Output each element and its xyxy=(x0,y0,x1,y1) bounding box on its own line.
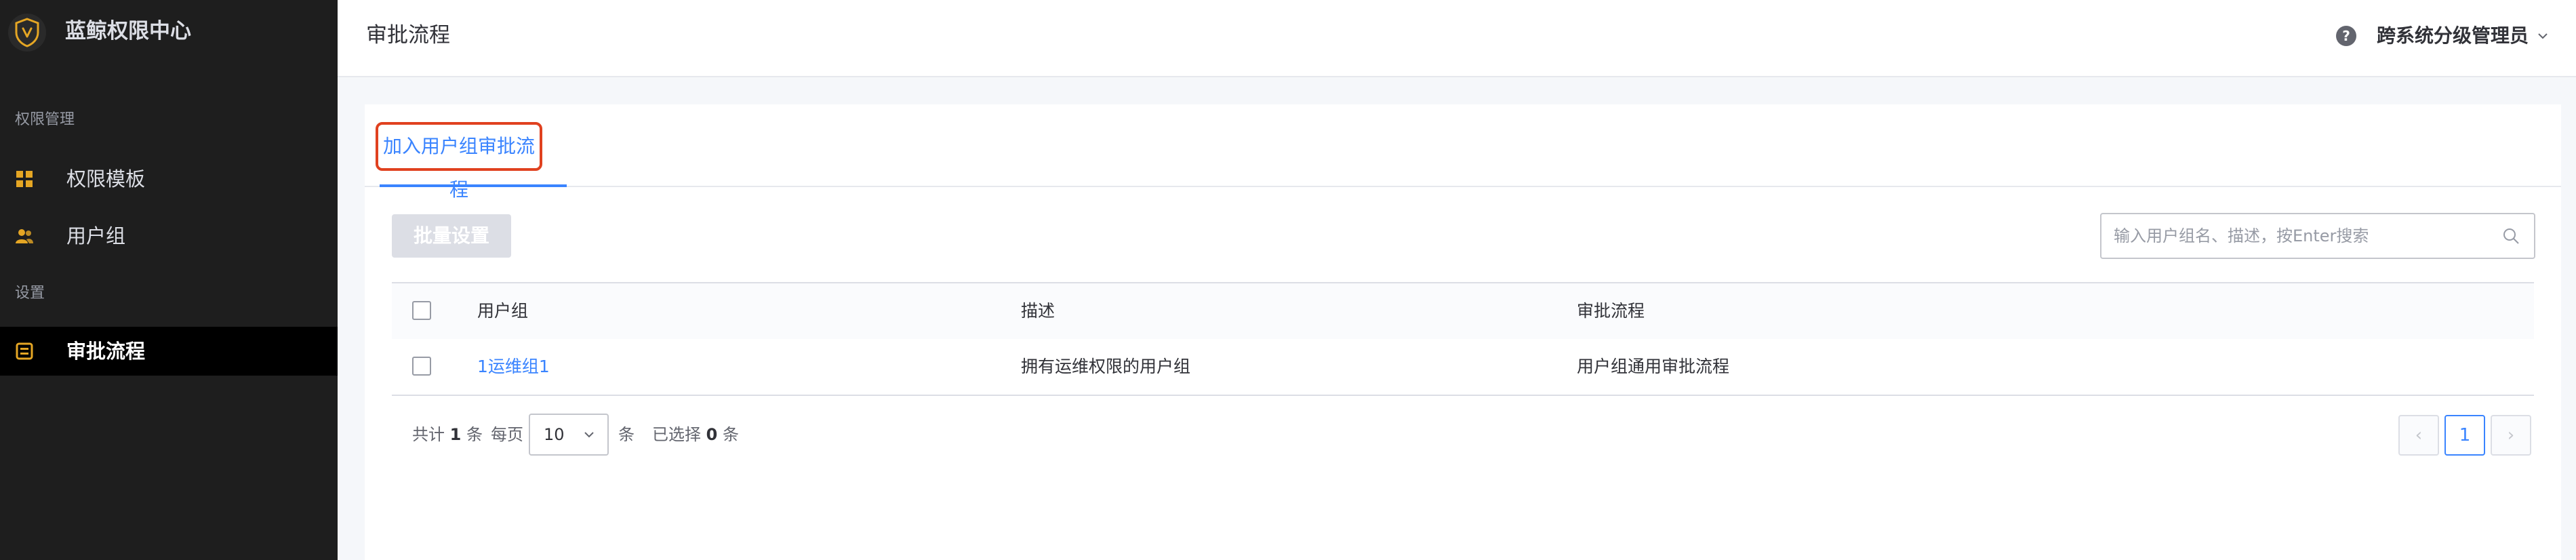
per-page-suffix: 条 xyxy=(618,425,635,444)
page-button-current[interactable]: 1 xyxy=(2444,415,2485,456)
nav-group-permission-mgmt: 权限管理 xyxy=(15,111,75,128)
sidebar-item-permission-template[interactable]: 权限模板 xyxy=(0,155,338,203)
table-header: 用户组 描述 审批流程 xyxy=(392,282,2534,340)
page-title: 审批流程 xyxy=(366,23,450,47)
per-page-label: 每页 xyxy=(491,425,523,444)
approval-process-name: 用户组通用审批流程 xyxy=(1577,357,1730,376)
next-page-button[interactable]: › xyxy=(2491,415,2531,456)
group-name-link[interactable]: 1运维组1 xyxy=(477,339,550,395)
sidebar: 蓝鲸权限中心 权限管理 权限模板 用户组 设置 审批流程 xyxy=(0,0,338,560)
per-page-select[interactable]: 10 xyxy=(529,414,609,456)
column-header-description: 描述 xyxy=(1021,301,1055,321)
row-checkbox[interactable] xyxy=(412,357,431,376)
chevron-down-icon[interactable] xyxy=(2537,30,2549,42)
pagination: 共计 1 条 每页 10 条 已选择 0 条 ‹ 1 › xyxy=(392,411,2534,458)
top-header: 审批流程 ? 跨系统分级管理员 xyxy=(338,0,2576,77)
app-title: 蓝鲸权限中心 xyxy=(65,19,191,43)
shield-logo-icon xyxy=(15,18,39,47)
sidebar-item-label: 审批流程 xyxy=(66,340,146,363)
selected-count: 已选择 0 条 xyxy=(652,411,739,458)
prev-page-button[interactable]: ‹ xyxy=(2398,415,2439,456)
total-prefix: 共计 xyxy=(412,425,445,444)
column-header-process: 审批流程 xyxy=(1577,301,1645,321)
search-input[interactable] xyxy=(2114,214,2493,258)
total-count: 共计 1 条 xyxy=(412,411,483,458)
group-description: 拥有运维权限的用户组 xyxy=(1021,357,1191,376)
sidebar-item-approval-process[interactable]: 审批流程 xyxy=(0,327,338,376)
total-value: 1 xyxy=(449,425,462,444)
grid-icon xyxy=(15,169,34,188)
batch-settings-button[interactable]: 批量设置 xyxy=(392,214,511,258)
user-menu[interactable]: 跨系统分级管理员 xyxy=(2377,23,2529,49)
content-card: 加入用户组审批流程 批量设置 用户组 描述 审批流程 1运维组1 拥有运维权限的… xyxy=(365,104,2561,560)
selected-prefix: 已选择 xyxy=(652,425,701,444)
total-suffix: 条 xyxy=(466,425,483,444)
search-icon[interactable] xyxy=(2501,226,2520,245)
search-box[interactable] xyxy=(2100,213,2535,259)
approval-icon xyxy=(15,342,34,361)
tab-join-group-approval[interactable]: 加入用户组审批流程 xyxy=(376,122,542,201)
nav-group-settings: 设置 xyxy=(15,285,45,302)
help-icon[interactable]: ? xyxy=(2336,26,2356,46)
users-icon xyxy=(15,226,34,245)
selected-suffix: 条 xyxy=(722,425,739,444)
app-logo[interactable] xyxy=(8,14,46,52)
selected-value: 0 xyxy=(706,425,718,444)
sidebar-item-label: 用户组 xyxy=(66,224,126,247)
per-page-value: 10 xyxy=(544,425,565,444)
select-all-checkbox[interactable] xyxy=(412,301,431,320)
tab-active-indicator xyxy=(380,184,567,187)
sidebar-item-user-group[interactable]: 用户组 xyxy=(0,212,338,260)
sidebar-item-label: 权限模板 xyxy=(66,167,146,191)
column-header-group: 用户组 xyxy=(477,301,529,321)
tab-bar: 加入用户组审批流程 xyxy=(365,104,2561,201)
table-row: 1运维组1 拥有运维权限的用户组 用户组通用审批流程 xyxy=(392,339,2534,396)
chevron-down-icon xyxy=(584,432,594,438)
